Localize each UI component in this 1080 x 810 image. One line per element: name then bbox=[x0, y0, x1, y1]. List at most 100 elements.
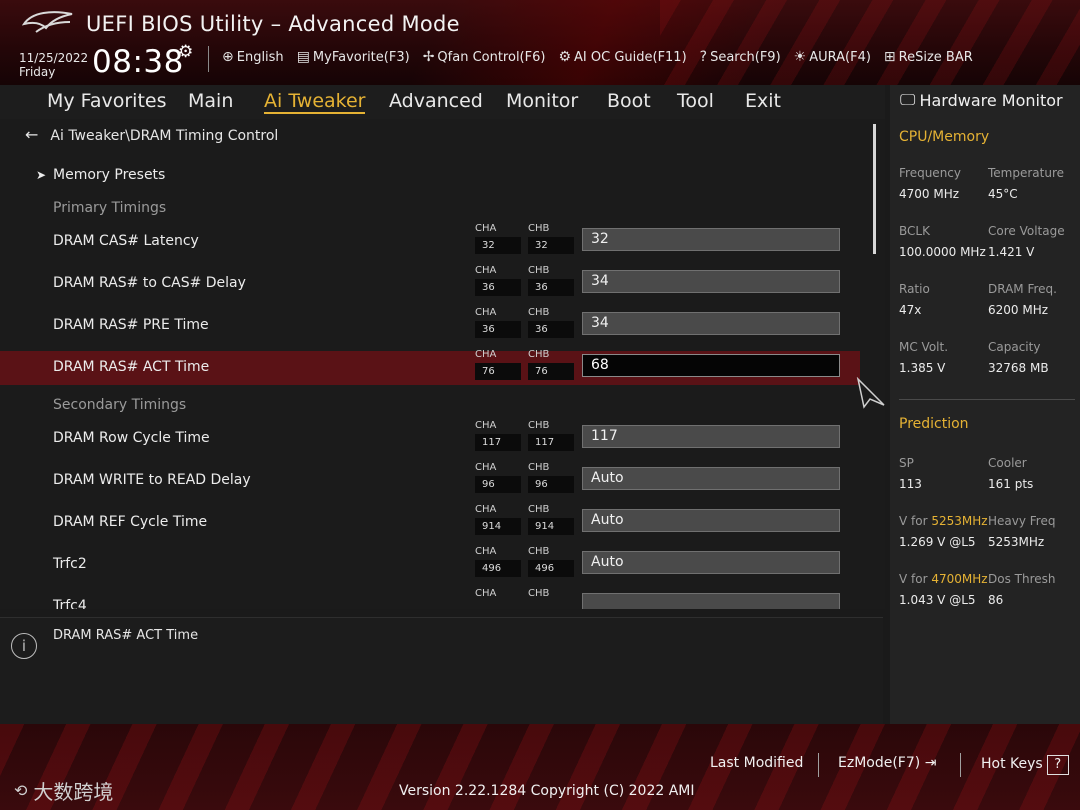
tab-main[interactable]: Main bbox=[188, 90, 233, 112]
hw-v1-key: V for 5253MHz bbox=[899, 514, 988, 528]
rog-logo-icon bbox=[22, 11, 73, 33]
chb-caption: CHB bbox=[528, 588, 550, 599]
hw-mc-volt-value: 1.385 V bbox=[899, 361, 946, 375]
setting-value-input[interactable]: 34 bbox=[582, 312, 840, 335]
chb-caption: CHB bbox=[528, 223, 550, 234]
toolbar-ai-chip-button[interactable]: ⚙ AI OC Guide(F11) bbox=[558, 49, 686, 65]
resize-bar-icon: ⊞ bbox=[883, 49, 896, 65]
setting-row-dram-write-to-read-delay[interactable]: DRAM WRITE to READ Delay CHA 96 CHB 96 Auto bbox=[0, 462, 860, 498]
footer-bar: ⟲ 大数跨境 Last Modified EzMode(F7) ⇥ Hot Ke… bbox=[0, 724, 1080, 810]
setting-value-input[interactable]: 117 bbox=[582, 425, 840, 448]
setting-row-trfc4[interactable]: Trfc4 CHA CHB bbox=[0, 588, 860, 609]
setting-value-input[interactable]: 32 bbox=[582, 228, 840, 251]
setting-row-dram-row-cycle-time[interactable]: DRAM Row Cycle Time CHA 117 CHB 117 117 bbox=[0, 420, 860, 456]
ezmode-button[interactable]: EzMode(F7) ⇥ bbox=[838, 755, 936, 771]
cha-caption: CHA bbox=[475, 462, 497, 473]
prediction-heading: Prediction bbox=[899, 416, 969, 432]
tab-my-favorites[interactable]: My Favorites bbox=[47, 90, 167, 112]
hw-frequency-value: 4700 MHz bbox=[899, 187, 960, 201]
chb-caption: CHB bbox=[528, 504, 550, 515]
footer-divider bbox=[960, 753, 961, 777]
cha-caption: CHA bbox=[475, 546, 497, 557]
setting-row-dram-ras-to-cas-delay[interactable]: DRAM RAS# to CAS# Delay CHA 36 CHB 36 34 bbox=[0, 265, 860, 301]
chb-caption: CHB bbox=[528, 307, 550, 318]
hw-capacity-key: Capacity bbox=[988, 340, 1041, 354]
section-heading-primary-timings: Primary Timings bbox=[0, 192, 860, 226]
chb-value: 36 bbox=[528, 279, 574, 296]
hardware-monitor-panel: 🖵 Hardware Monitor CPU/Memory Frequency 4… bbox=[890, 85, 1080, 724]
tab-ai-tweaker[interactable]: Ai Tweaker bbox=[264, 90, 366, 114]
exit-arrow-icon: ⇥ bbox=[924, 755, 937, 771]
setting-row-memory-presets[interactable]: ➤ Memory Presets bbox=[0, 159, 860, 193]
hw-dos-value: 86 bbox=[988, 593, 1004, 607]
hw-v2-value: 1.043 V @L5 bbox=[899, 593, 976, 607]
hot-keys-button[interactable]: Hot Keys? bbox=[981, 755, 1069, 775]
setting-label: Trfc2 bbox=[53, 556, 87, 572]
hw-temperature: Temperature 45°C bbox=[988, 166, 1064, 201]
toolbar-label: Search(F9) bbox=[710, 49, 781, 65]
cha-value: 96 bbox=[475, 476, 521, 493]
chb-value: 496 bbox=[528, 560, 574, 577]
hw-dram-freq-value: 6200 MHz bbox=[988, 303, 1049, 317]
gear-icon[interactable]: ⚙ bbox=[178, 42, 193, 62]
setting-value-input[interactable]: 68 bbox=[582, 354, 840, 377]
toolbar-aura-light-button[interactable]: ☀ AURA(F4) bbox=[794, 49, 871, 65]
hw-dram-freq-key: DRAM Freq. bbox=[988, 282, 1057, 296]
setting-row-dram-ref-cycle-time[interactable]: DRAM REF Cycle Time CHA 914 CHB 914 Auto bbox=[0, 504, 860, 540]
last-modified-button[interactable]: Last Modified bbox=[710, 755, 803, 771]
hw-v1-prefix: V for bbox=[899, 514, 932, 528]
tab-exit[interactable]: Exit bbox=[745, 90, 781, 112]
toolbar: ⊕ English ▤ MyFavorite(F3) ✢ Qfan Control(F6)… bbox=[222, 49, 973, 65]
setting-row-dram-cas-latency[interactable]: DRAM CAS# Latency CHA 32 CHB 32 32 bbox=[0, 223, 860, 259]
setting-value-input[interactable]: Auto bbox=[582, 551, 840, 574]
setting-value-input[interactable]: Auto bbox=[582, 467, 840, 490]
back-arrow-icon[interactable]: ← bbox=[25, 125, 38, 144]
globe-icon: ⊕ bbox=[222, 49, 234, 65]
header-divider bbox=[208, 46, 209, 72]
toolbar-favorite-button[interactable]: ▤ MyFavorite(F3) bbox=[297, 49, 410, 65]
cha-readout: CHA 914 bbox=[475, 504, 521, 540]
section-heading-secondary-timings: Secondary Timings bbox=[0, 389, 860, 423]
hardware-monitor-label: Hardware Monitor bbox=[919, 90, 1063, 110]
setting-value-input[interactable]: Auto bbox=[582, 509, 840, 532]
ai-chip-icon: ⚙ bbox=[558, 49, 572, 65]
hw-frequency: Frequency 4700 MHz bbox=[899, 166, 961, 201]
settings-panel: ← Ai Tweaker\DRAM Timing Control ➤ Memory … bbox=[0, 119, 885, 609]
clock-display[interactable]: 08:38 bbox=[92, 44, 184, 80]
hw-ratio-key: Ratio bbox=[899, 282, 930, 296]
cha-caption: CHA bbox=[475, 420, 497, 431]
chb-caption: CHB bbox=[528, 420, 550, 431]
tab-advanced[interactable]: Advanced bbox=[389, 90, 483, 112]
toolbar-resize-bar-button[interactable]: ⊞ ReSize BAR bbox=[884, 49, 973, 65]
tab-tool[interactable]: Tool bbox=[677, 90, 714, 112]
scrollbar[interactable] bbox=[873, 124, 876, 254]
toolbar-label: AI OC Guide(F11) bbox=[574, 49, 687, 65]
hw-dos-thresh: Dos Thresh 86 bbox=[988, 572, 1056, 607]
hw-v-for-heavy: V for 5253MHz 1.269 V @L5 bbox=[899, 514, 988, 549]
setting-value-input[interactable]: 34 bbox=[582, 270, 840, 293]
setting-row-dram-ras-act-time[interactable]: DRAM RAS# ACT Time CHA 76 CHB 76 68 bbox=[0, 349, 860, 385]
cha-readout: CHA 496 bbox=[475, 546, 521, 582]
hw-v-for-dos: V for 4700MHz 1.043 V @L5 bbox=[899, 572, 988, 607]
setting-label: DRAM CAS# Latency bbox=[53, 233, 199, 249]
app-title: UEFI BIOS Utility – Advanced Mode bbox=[86, 12, 460, 36]
setting-row-dram-ras-pre-time[interactable]: DRAM RAS# PRE Time CHA 36 CHB 36 34 bbox=[0, 307, 860, 343]
setting-row-trfc2[interactable]: Trfc2 CHA 496 CHB 496 Auto bbox=[0, 546, 860, 582]
hw-cooler: Cooler 161 pts bbox=[988, 456, 1033, 491]
hw-dram-freq: DRAM Freq. 6200 MHz bbox=[988, 282, 1057, 317]
hw-temperature-key: Temperature bbox=[988, 166, 1065, 180]
setting-value-input[interactable] bbox=[582, 593, 840, 609]
hw-mc-volt: MC Volt. 1.385 V bbox=[899, 340, 948, 375]
toolbar-fan-button[interactable]: ✢ Qfan Control(F6) bbox=[423, 49, 546, 65]
toolbar-globe-button[interactable]: ⊕ English bbox=[222, 49, 284, 65]
toolbar-label: English bbox=[236, 49, 284, 65]
toolbar-search-help-button[interactable]: ? Search(F9) bbox=[700, 49, 781, 65]
cha-value: 36 bbox=[475, 321, 521, 338]
chb-readout: CHB 914 bbox=[528, 504, 574, 540]
chb-readout: CHB 117 bbox=[528, 420, 574, 456]
tab-boot[interactable]: Boot bbox=[607, 90, 651, 112]
main-tab-bar: My Favorites Main Ai Tweaker Advanced Mo… bbox=[0, 85, 885, 119]
tab-monitor[interactable]: Monitor bbox=[506, 90, 578, 112]
chb-readout: CHB 36 bbox=[528, 307, 574, 343]
breadcrumb[interactable]: ← Ai Tweaker\DRAM Timing Control bbox=[25, 125, 278, 144]
